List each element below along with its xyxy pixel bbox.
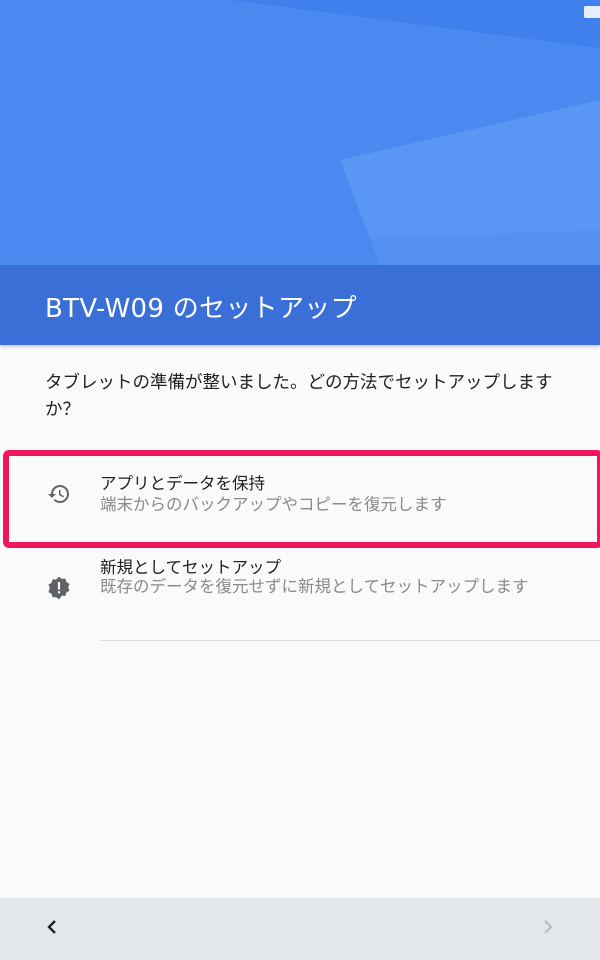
chevron-right-icon [541, 919, 555, 939]
header-background-shapes [0, 0, 600, 265]
option-setup-as-new[interactable]: 新規としてセットアップ 既存のデータを復元せずに新規としてセットアップします [0, 545, 600, 642]
back-button[interactable] [37, 914, 67, 944]
chevron-left-icon [45, 919, 59, 939]
option-title: アプリとデータを保持 [100, 474, 265, 493]
option-keep-apps-and-data[interactable]: アプリとデータを保持 端末からのバックアップやコピーを復元します [0, 450, 600, 542]
alert-badge-icon [45, 574, 73, 602]
navigation-bar [0, 898, 600, 960]
setup-question: タブレットの準備が整いました。どの方法でセットアップしますか？ [45, 373, 553, 420]
page-title: BTV-W09 のセットアップ [45, 294, 357, 324]
option-title: 新規としてセットアップ [100, 558, 282, 577]
header-illustration [0, 0, 600, 265]
option-description: 端末からのバックアップやコピーを復元します [100, 495, 447, 514]
next-button[interactable] [533, 914, 563, 944]
option-description: 既存のデータを復元せずに新規としてセットアップします [100, 577, 529, 596]
status-bar [584, 6, 600, 22]
history-icon [45, 480, 73, 508]
divider [100, 640, 600, 641]
